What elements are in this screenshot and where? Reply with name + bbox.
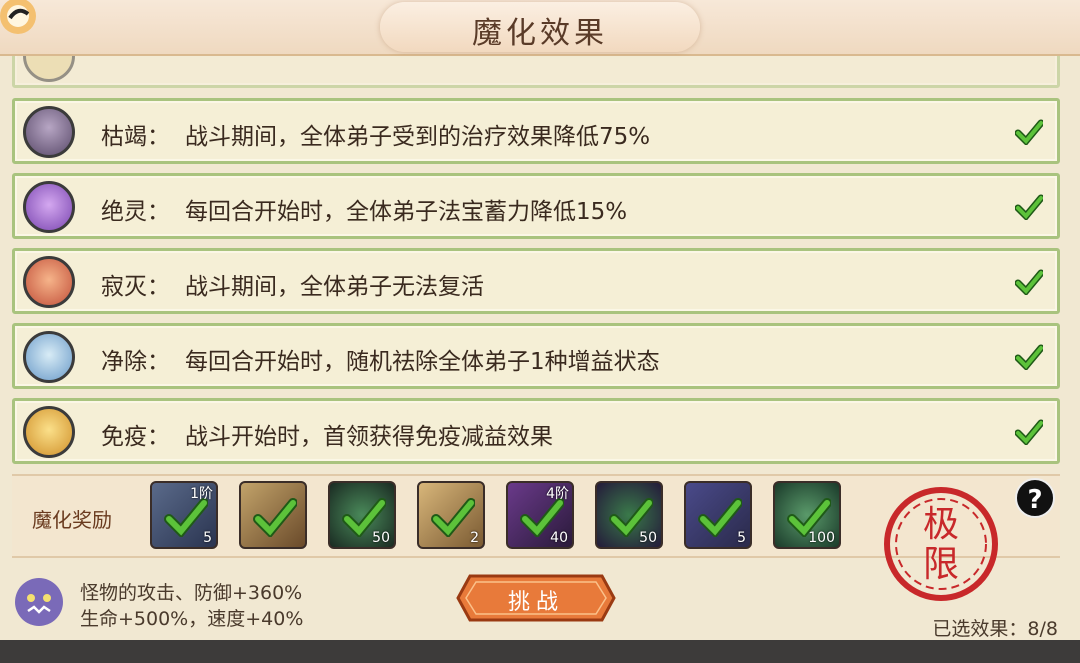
help-button[interactable]: ? [1015,478,1055,518]
golden-beast-reward-icon[interactable] [239,481,307,549]
reward-qty: 50 [639,530,657,546]
challenge-label: 挑战 [507,590,564,615]
magic-effect-panel: 魔化效果 枯竭： 战斗期间，全体弟子受到的治疗效果降低75% 绝灵： 每回合开始… [0,0,1080,663]
scroll-reward-icon[interactable]: 1阶 5 [150,481,218,549]
golden-beast-reward-icon[interactable]: 2 [417,481,485,549]
wither-icon [23,106,75,158]
effect-row[interactable]: 寂灭： 战斗期间，全体弟子无法复活 [12,248,1060,314]
check-icon[interactable] [1015,269,1043,295]
green-orb-reward-icon[interactable]: 50 [595,481,663,549]
monster-bonus-hp-speed: 生命+500%，速度+40% [80,608,304,630]
reward-qty: 50 [372,530,390,546]
extinction-icon [23,256,75,308]
purge-icon [23,331,75,383]
shield-icon [23,56,75,82]
effect-row[interactable]: 免疫： 战斗开始时，首领获得免疫减益效果 [12,398,1060,464]
effect-desc: 每回合开始时，随机祛除全体弟子1种增益状态 [185,349,660,375]
reward-label: 魔化奖励 [32,508,112,532]
effect-name: 净除： [101,349,170,375]
effect-name: 枯竭： [101,124,170,150]
reward-qty: 100 [808,530,835,546]
effect-row[interactable]: 枯竭： 战斗期间，全体弟子受到的治疗效果降低75% [12,98,1060,164]
book-reward-icon[interactable]: 5 [684,481,752,549]
reward-qty: 5 [737,530,746,546]
gourd-reward-icon[interactable]: 4阶 40 [506,481,574,549]
effect-desc: 战斗期间，全体弟子无法复活 [185,274,484,300]
limit-seal-stamp: 极 限 [884,487,998,601]
selected-count: 已选效果：8/8 [932,618,1058,640]
bottom-strip [0,640,1080,663]
check-icon[interactable] [1015,194,1043,220]
check-icon[interactable] [1015,119,1043,145]
effect-row[interactable]: 绝灵： 每回合开始时，全体弟子法宝蓄力降低15% [12,173,1060,239]
check-icon [253,498,297,537]
spirit-seal-icon [23,181,75,233]
challenge-button[interactable]: 挑战 [456,572,616,624]
monster-icon [15,578,63,626]
check-icon[interactable] [1015,419,1043,445]
effect-desc: 战斗开始时，首领获得免疫减益效果 [185,424,553,450]
svg-text:限: 限 [923,544,959,585]
title-bar: 魔化效果 [0,0,1080,56]
page-title: 魔化效果 [472,16,608,51]
check-icon [164,498,208,537]
jade-orb-reward-icon[interactable]: 100 [773,481,841,549]
reward-tier: 4阶 [546,486,569,502]
effect-desc: 每回合开始时，全体弟子法宝蓄力降低15% [185,199,628,225]
check-icon[interactable] [1015,344,1043,370]
check-icon [431,498,475,537]
reward-qty: 5 [203,530,212,546]
effect-row-partial [12,56,1060,88]
monster-bonus-attack-defense: 怪物的攻击、防御+360% [80,582,303,604]
svg-text:极: 极 [923,504,959,545]
effect-name: 寂灭： [101,274,170,300]
effect-row[interactable]: 净除： 每回合开始时，随机祛除全体弟子1种增益状态 [12,323,1060,389]
reward-qty: 40 [550,530,568,546]
effect-desc: 战斗期间，全体弟子受到的治疗效果降低75% [185,124,651,150]
immunity-icon [23,406,75,458]
effect-list[interactable]: 枯竭： 战斗期间，全体弟子受到的治疗效果降低75% 绝灵： 每回合开始时，全体弟… [0,56,1080,468]
effect-name: 绝灵： [101,199,170,225]
reward-tier: 1阶 [190,486,213,502]
effect-name: 免疫： [101,424,170,450]
reward-qty: 2 [470,530,479,546]
check-icon [698,498,742,537]
green-orb-reward-icon[interactable]: 50 [328,481,396,549]
